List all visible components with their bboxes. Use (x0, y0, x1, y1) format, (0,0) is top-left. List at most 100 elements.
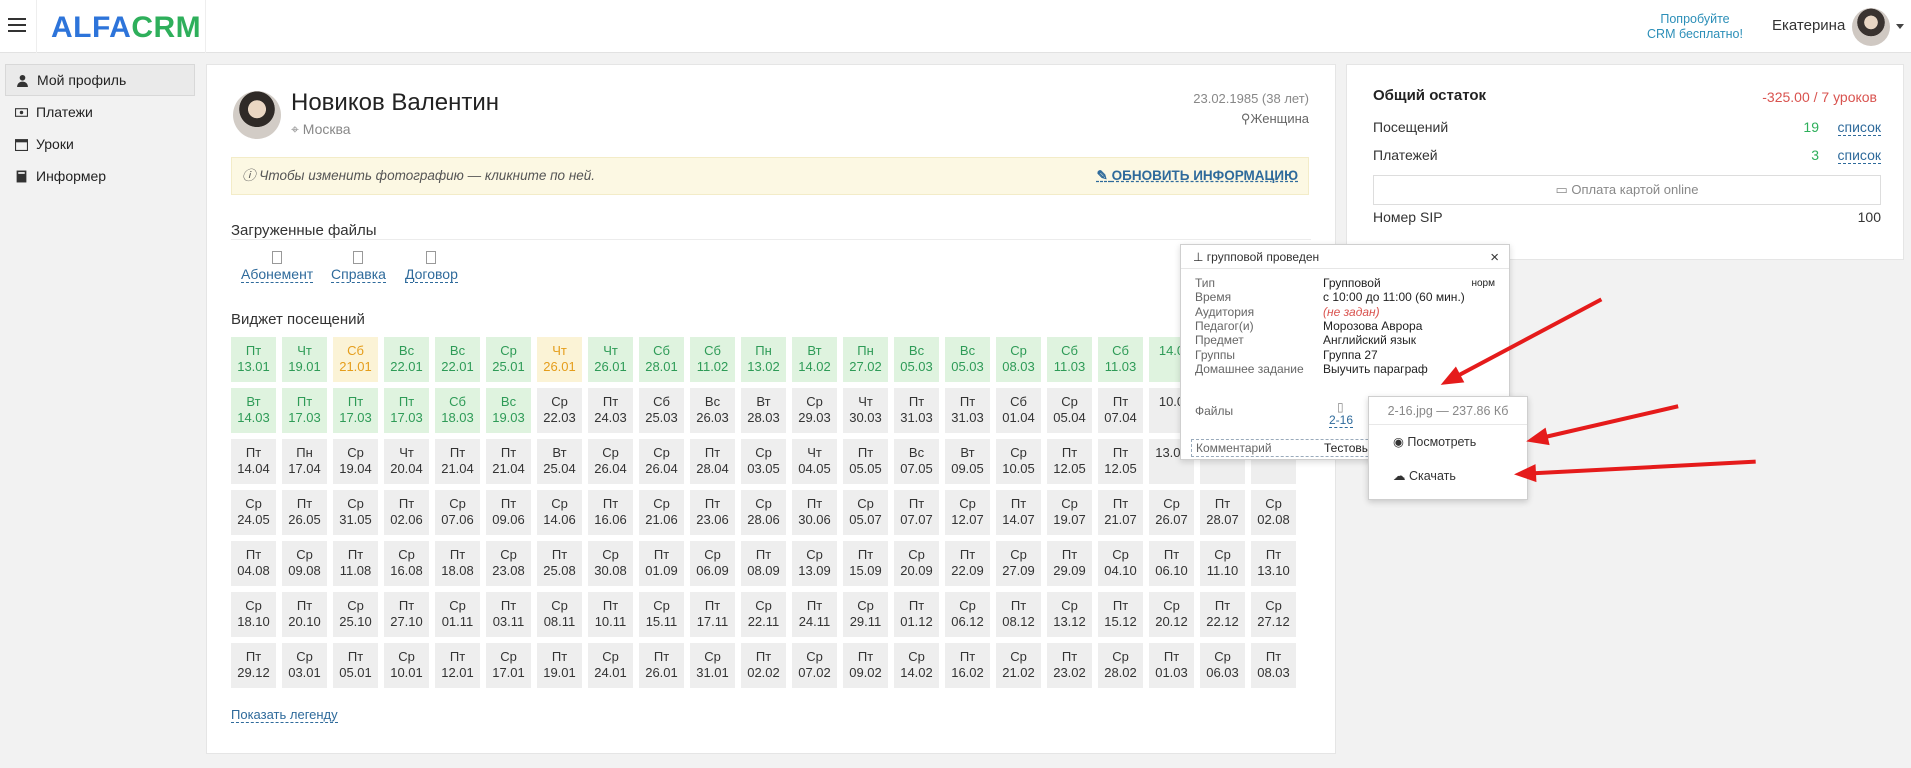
attendance-cell[interactable]: Пн 27.02 (843, 337, 888, 382)
download-file-button[interactable]: ☁ Скачать (1369, 459, 1527, 493)
attendance-cell[interactable]: Пт 25.08 (537, 541, 582, 586)
attendance-cell[interactable]: Пт 01.09 (639, 541, 684, 586)
attendance-cell[interactable]: Чт 30.03 (843, 388, 888, 433)
attendance-cell[interactable]: Пт 24.11 (792, 592, 837, 637)
attendance-cell[interactable]: Сб 11.03 (1047, 337, 1092, 382)
attendance-cell[interactable]: Вс 22.01 (384, 337, 429, 382)
attendance-cell[interactable]: Ср 12.07 (945, 490, 990, 535)
attendance-cell[interactable]: Пт 22.12 (1200, 592, 1245, 637)
attendance-cell[interactable]: Ср 14.02 (894, 643, 939, 688)
attendance-cell[interactable]: Пт 14.07 (996, 490, 1041, 535)
attendance-cell[interactable]: Ср 26.04 (588, 439, 633, 484)
attendance-cell[interactable]: Пт 24.03 (588, 388, 633, 433)
attendance-cell[interactable]: Пт 28.04 (690, 439, 735, 484)
attendance-cell[interactable]: Пт 12.05 (1098, 439, 1143, 484)
attendance-cell[interactable]: Пт 13.01 (231, 337, 276, 382)
attendance-cell[interactable]: Ср 23.08 (486, 541, 531, 586)
user-name[interactable]: Екатерина (1772, 17, 1845, 34)
attendance-cell[interactable]: Ср 08.11 (537, 592, 582, 637)
attendance-cell[interactable]: Пт 01.03 (1149, 643, 1194, 688)
attendance-cell[interactable]: Ср 15.11 (639, 592, 684, 637)
attendance-cell[interactable]: Пн 13.02 (741, 337, 786, 382)
attendance-cell[interactable]: Вс 05.03 (945, 337, 990, 382)
attendance-cell[interactable]: Ср 08.03 (996, 337, 1041, 382)
attendance-cell[interactable]: Пт 31.03 (945, 388, 990, 433)
attendance-cell[interactable]: Ср 21.06 (639, 490, 684, 535)
attendance-cell[interactable]: Ср 10.01 (384, 643, 429, 688)
attendance-cell[interactable]: Чт 26.01 (588, 337, 633, 382)
attendance-cell[interactable]: Пт 14.04 (231, 439, 276, 484)
sidebar-item-informer[interactable]: Информер (5, 160, 195, 192)
payments-list-link[interactable]: список (1837, 147, 1881, 164)
attendance-cell[interactable]: Ср 18.10 (231, 592, 276, 637)
attendance-cell[interactable]: Ср 19.04 (333, 439, 378, 484)
attendance-cell[interactable]: Пт 23.06 (690, 490, 735, 535)
file-link-subscription[interactable]: Абонемент (241, 251, 314, 283)
attendance-cell[interactable]: Вс 07.05 (894, 439, 939, 484)
attendance-cell[interactable]: Ср 26.04 (639, 439, 684, 484)
attendance-cell[interactable]: Сб 25.03 (639, 388, 684, 433)
profile-photo[interactable] (233, 91, 281, 139)
attendance-cell[interactable]: Ср 10.05 (996, 439, 1041, 484)
attendance-cell[interactable]: Вт 28.03 (741, 388, 786, 433)
attendance-cell[interactable]: Пт 17.03 (282, 388, 327, 433)
attendance-cell[interactable]: Пт 29.12 (231, 643, 276, 688)
show-legend-link[interactable]: Показать легенду (231, 707, 338, 723)
attendance-cell[interactable]: Ср 30.08 (588, 541, 633, 586)
attendance-cell[interactable]: Пт 03.11 (486, 592, 531, 637)
attendance-cell[interactable]: Ср 09.08 (282, 541, 327, 586)
attendance-cell[interactable]: Пт 23.02 (1047, 643, 1092, 688)
attendance-cell[interactable]: Ср 21.02 (996, 643, 1041, 688)
attendance-cell[interactable]: Чт 26.01 (537, 337, 582, 382)
chevron-down-icon[interactable] (1896, 24, 1904, 29)
attendance-cell[interactable]: Вс 19.03 (486, 388, 531, 433)
attendance-cell[interactable]: Ср 03.01 (282, 643, 327, 688)
attendance-cell[interactable]: Пт 11.08 (333, 541, 378, 586)
attendance-cell[interactable]: Ср 04.10 (1098, 541, 1143, 586)
attendance-cell[interactable]: Вт 25.04 (537, 439, 582, 484)
attendance-cell[interactable]: Чт 20.04 (384, 439, 429, 484)
attendance-cell[interactable]: Ср 17.01 (486, 643, 531, 688)
attendance-cell[interactable]: Ср 24.05 (231, 490, 276, 535)
attendance-cell[interactable]: Вт 14.02 (792, 337, 837, 382)
attendance-cell[interactable]: Ср 28.02 (1098, 643, 1143, 688)
attendance-cell[interactable]: Пт 09.06 (486, 490, 531, 535)
attendance-cell[interactable]: Ср 06.03 (1200, 643, 1245, 688)
pay-online-button[interactable]: ▭ Оплата картой online (1373, 175, 1881, 205)
menu-icon[interactable] (8, 18, 26, 32)
attendance-cell[interactable]: Ср 29.03 (792, 388, 837, 433)
attendance-cell[interactable]: Пт 29.09 (1047, 541, 1092, 586)
attendance-cell[interactable]: Пт 17.03 (333, 388, 378, 433)
attendance-cell[interactable]: Сб 01.04 (996, 388, 1041, 433)
attendance-cell[interactable]: Пт 08.03 (1251, 643, 1296, 688)
attendance-cell[interactable]: Пт 17.11 (690, 592, 735, 637)
promo-link[interactable]: Попробуйте CRM бесплатно! (1640, 12, 1750, 42)
attendance-cell[interactable]: Ср 22.03 (537, 388, 582, 433)
attendance-cell[interactable]: Сб 11.03 (1098, 337, 1143, 382)
attendance-cell[interactable]: Пт 22.09 (945, 541, 990, 586)
close-icon[interactable]: × (1490, 249, 1499, 266)
sidebar-item-lessons[interactable]: Уроки (5, 128, 195, 160)
attendance-cell[interactable]: Пт 21.04 (486, 439, 531, 484)
attendance-cell[interactable]: Ср 29.11 (843, 592, 888, 637)
attendance-cell[interactable]: Пт 26.01 (639, 643, 684, 688)
attendance-cell[interactable]: Вт 14.03 (231, 388, 276, 433)
attendance-cell[interactable]: Вт 09.05 (945, 439, 990, 484)
attendance-cell[interactable]: Ср 22.11 (741, 592, 786, 637)
attendance-cell[interactable]: Пт 26.05 (282, 490, 327, 535)
attendance-cell[interactable]: Пт 04.08 (231, 541, 276, 586)
attendance-cell[interactable]: Пт 31.03 (894, 388, 939, 433)
attendance-cell[interactable]: Пт 21.04 (435, 439, 480, 484)
sidebar-item-payments[interactable]: Платежи (5, 96, 195, 128)
attendance-cell[interactable]: Ср 14.06 (537, 490, 582, 535)
attendance-cell[interactable]: Пт 16.06 (588, 490, 633, 535)
attendance-cell[interactable]: Ср 07.06 (435, 490, 480, 535)
attendance-cell[interactable]: Пт 10.11 (588, 592, 633, 637)
attendance-cell[interactable]: Ср 24.01 (588, 643, 633, 688)
attendance-cell[interactable]: Пт 20.10 (282, 592, 327, 637)
update-info-button[interactable]: ✎ ОБНОВИТЬ ИНФОРМАЦИЮ (1097, 158, 1298, 194)
attendance-cell[interactable]: Чт 19.01 (282, 337, 327, 382)
attendance-cell[interactable]: Пт 27.10 (384, 592, 429, 637)
visits-list-link[interactable]: список (1837, 119, 1881, 136)
attendance-cell[interactable]: Пт 02.02 (741, 643, 786, 688)
